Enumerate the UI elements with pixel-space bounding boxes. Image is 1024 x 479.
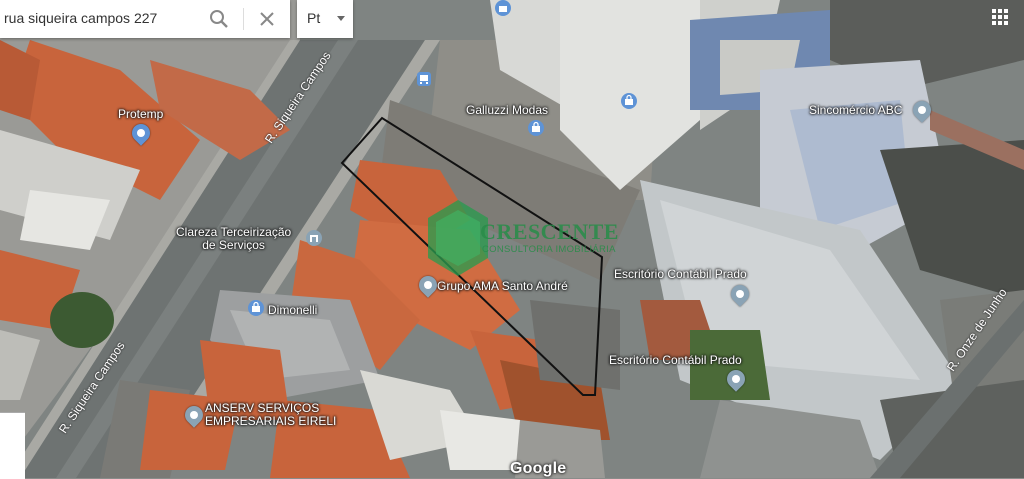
building-icon[interactable]: [306, 230, 322, 246]
search-input[interactable]: rua siqueira campos 227: [4, 10, 157, 26]
map-type-control[interactable]: [0, 412, 25, 479]
search-box[interactable]: rua siqueira campos 227: [0, 0, 290, 38]
place-label-protemp[interactable]: Protemp: [118, 108, 163, 121]
place-label-anserv[interactable]: ANSERV SERVIÇOS EMPRESARIAIS EIRELI: [205, 402, 336, 428]
search-icon[interactable]: [208, 8, 230, 30]
place-label-sincomercio[interactable]: Sincomércio ABC: [809, 104, 902, 117]
language-select[interactable]: Pt: [297, 0, 353, 38]
apps-grid-icon[interactable]: [992, 9, 1008, 25]
google-attribution: Google: [510, 460, 567, 477]
place-label-galluzzi[interactable]: Galluzzi Modas: [466, 104, 548, 117]
shopping-bag-icon[interactable]: [621, 93, 637, 109]
place-label-clareza[interactable]: Clareza Terceirização de Serviços: [176, 226, 291, 252]
close-icon[interactable]: [256, 8, 278, 30]
watermark-logo: [428, 200, 488, 276]
watermark-subtitle: CONSULTORIA IMOBILIÁRIA: [482, 244, 616, 255]
place-label-contabil-1[interactable]: Escritório Contábil Prado: [614, 268, 747, 281]
watermark-title: CRESCENTE: [480, 219, 619, 244]
place-label-clareza-line2: de Serviços: [202, 238, 265, 252]
shopping-bag-icon[interactable]: [528, 120, 544, 136]
place-label-anserv-line2: EMPRESARIAIS EIRELI: [205, 414, 337, 428]
language-value: Pt: [307, 10, 321, 26]
shopping-bag-icon[interactable]: [248, 300, 264, 316]
shopping-bag-icon[interactable]: [495, 0, 511, 16]
bus-stop-icon[interactable]: [416, 71, 432, 87]
place-label-grupo-ama[interactable]: Grupo AMA Santo André: [437, 280, 568, 293]
watermark-shield-icon: [428, 200, 488, 276]
place-label-clareza-line1: Clareza Terceirização: [176, 225, 292, 239]
place-label-dimonelli[interactable]: Dimonelli: [268, 304, 317, 317]
chevron-down-icon: [337, 16, 345, 21]
search-divider: [243, 8, 244, 30]
place-label-anserv-line1: ANSERV SERVIÇOS: [205, 401, 320, 415]
place-label-contabil-2[interactable]: Escritório Contábil Prado: [609, 354, 742, 367]
